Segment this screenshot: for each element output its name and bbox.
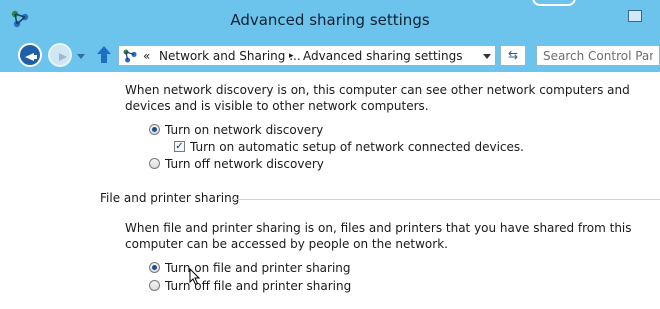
section-divider [232,199,660,200]
settings-content: When network discovery is on, this compu… [0,72,660,309]
breadcrumb-advanced-sharing[interactable]: Advanced sharing settings [303,49,462,63]
chevron-down-icon[interactable] [483,54,491,59]
window-control-button[interactable] [530,0,576,22]
option-label: Turn on network discovery [165,123,324,137]
mouse-cursor-icon [189,267,201,290]
search-input[interactable] [536,45,660,66]
back-button[interactable] [18,43,42,67]
file-printer-sharing-heading[interactable]: File and printer sharing [100,191,239,205]
up-arrow-icon[interactable] [96,46,112,64]
option-label: Turn on automatic setup of network conne… [190,140,524,154]
breadcrumb-overflow[interactable]: « [143,49,150,63]
checkbox[interactable]: ✓ [174,141,185,152]
address-bar[interactable]: « Network and Sharing ... ▸ Advanced sha… [118,45,496,66]
title-bar: Advanced sharing settings [0,0,660,38]
refresh-icon: ⇆ [507,48,519,62]
option-label: Turn off network discovery [165,157,324,171]
refresh-button[interactable]: ⇆ [500,45,526,66]
network-discovery-description: When network discovery is on, this compu… [125,83,630,113]
radio-button[interactable] [149,124,160,135]
recent-pages-button[interactable] [77,54,85,59]
breadcrumb-network-and-sharing[interactable]: Network and Sharing ... [159,49,301,63]
forward-button[interactable] [48,43,72,67]
breadcrumb-separator[interactable]: ▸ [289,51,294,61]
radio-button[interactable] [149,158,160,169]
radio-button[interactable] [149,280,160,291]
navigation-bar: « Network and Sharing ... ▸ Advanced sha… [0,38,660,72]
network-icon [122,48,138,67]
radio-button[interactable] [149,262,160,273]
file-printer-sharing-description: When file and printer sharing is on, fil… [125,221,632,251]
window-icon[interactable] [628,10,642,22]
